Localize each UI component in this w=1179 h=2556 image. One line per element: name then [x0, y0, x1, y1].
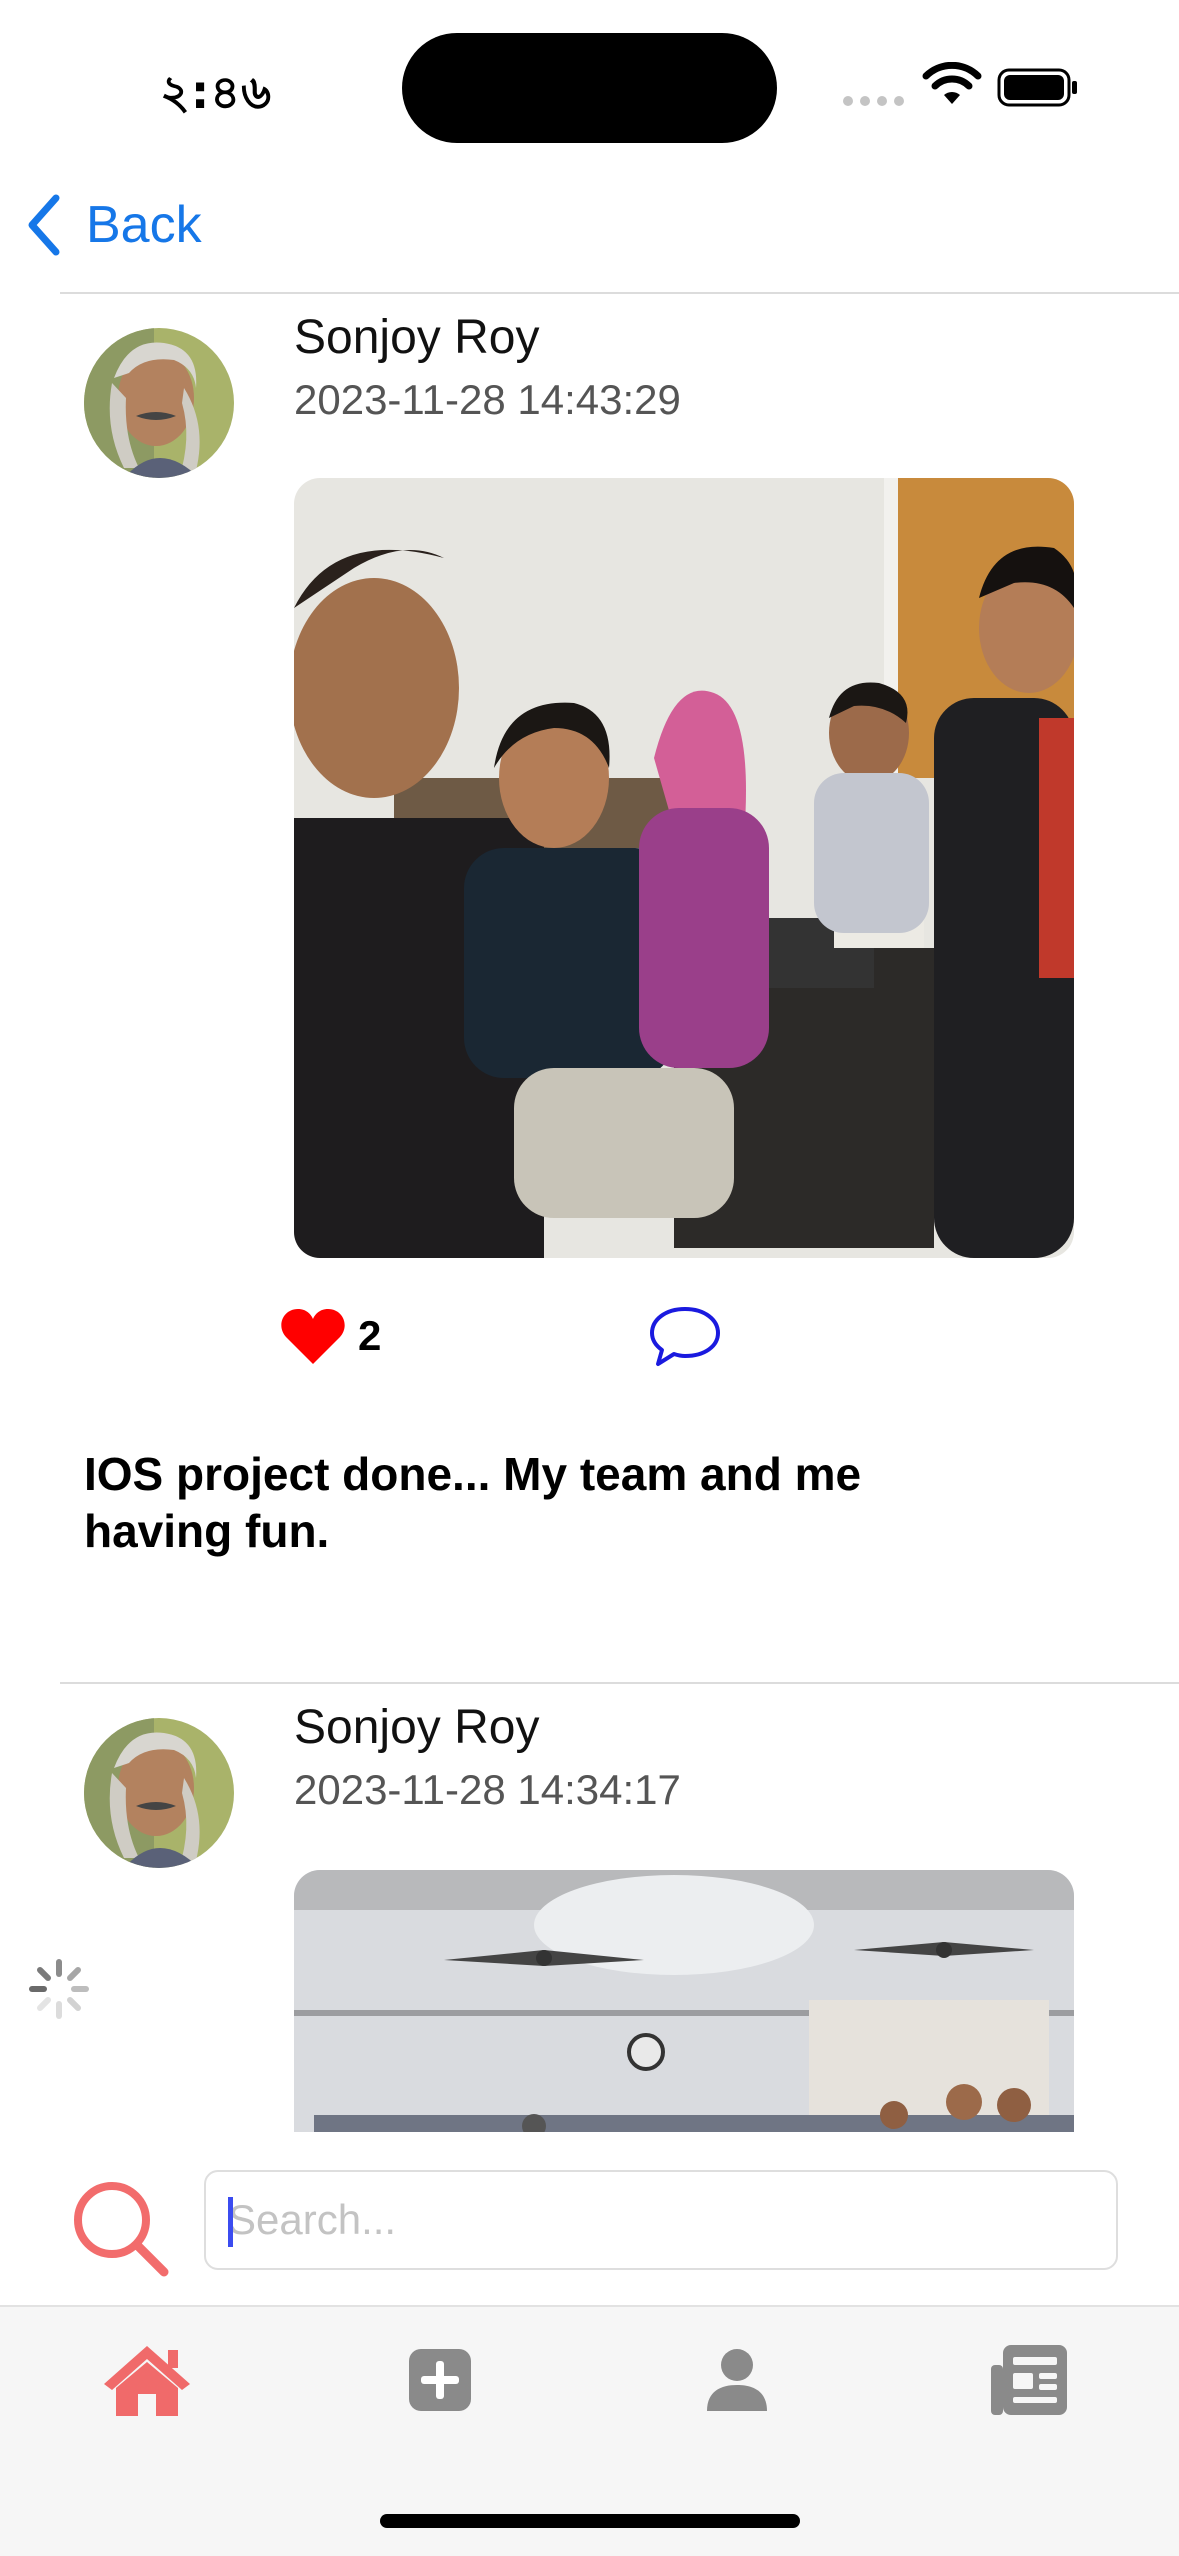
post-photo[interactable]	[294, 478, 1074, 1258]
search-field	[204, 2170, 1118, 2270]
back-button[interactable]: Back	[24, 192, 202, 258]
heart-icon	[281, 1309, 345, 1364]
post-author[interactable]: Sonjoy Roy	[294, 310, 539, 365]
news-icon	[991, 2345, 1067, 2415]
status-time: ২:৪৬	[160, 65, 273, 119]
home-icon	[104, 2346, 190, 2416]
loading-spinner-icon	[29, 1959, 89, 2019]
back-label: Back	[86, 196, 202, 254]
post-caption: IOS project done... My team and me havin…	[84, 1448, 862, 1557]
avatar[interactable]	[84, 328, 234, 478]
dynamic-island	[402, 33, 777, 143]
tab-profile[interactable]	[682, 2325, 792, 2435]
comment-icon[interactable]	[648, 1304, 722, 1370]
avatar[interactable]	[84, 1718, 234, 1868]
tab-news[interactable]	[974, 2325, 1084, 2435]
chevron-left-icon	[28, 194, 60, 256]
cellular-signal-icon	[843, 96, 904, 106]
post-photo[interactable]	[294, 1870, 1074, 2132]
post-feed[interactable]: Sonjoy Roy 2023-11-28 14:43:29 2 IOS pro…	[0, 292, 1179, 2132]
text-caret	[228, 2197, 233, 2247]
like-count: 2	[358, 1312, 382, 1359]
tab-add-post[interactable]	[385, 2325, 495, 2435]
post-timestamp: 2023-11-28 14:43:29	[294, 376, 681, 423]
profile-icon	[707, 2349, 767, 2411]
search-input[interactable]	[206, 2172, 1116, 2268]
home-indicator[interactable]	[380, 2514, 800, 2528]
search-icon[interactable]	[70, 2178, 170, 2278]
like-button[interactable]: 2	[280, 1306, 381, 1366]
tab-home[interactable]	[92, 2325, 202, 2435]
battery-icon	[997, 68, 1077, 107]
post-timestamp: 2023-11-28 14:34:17	[294, 1766, 681, 1813]
wifi-icon	[922, 62, 982, 104]
add-post-icon	[409, 2349, 471, 2411]
post-divider	[60, 1682, 1179, 1684]
post-author[interactable]: Sonjoy Roy	[294, 1700, 539, 1755]
